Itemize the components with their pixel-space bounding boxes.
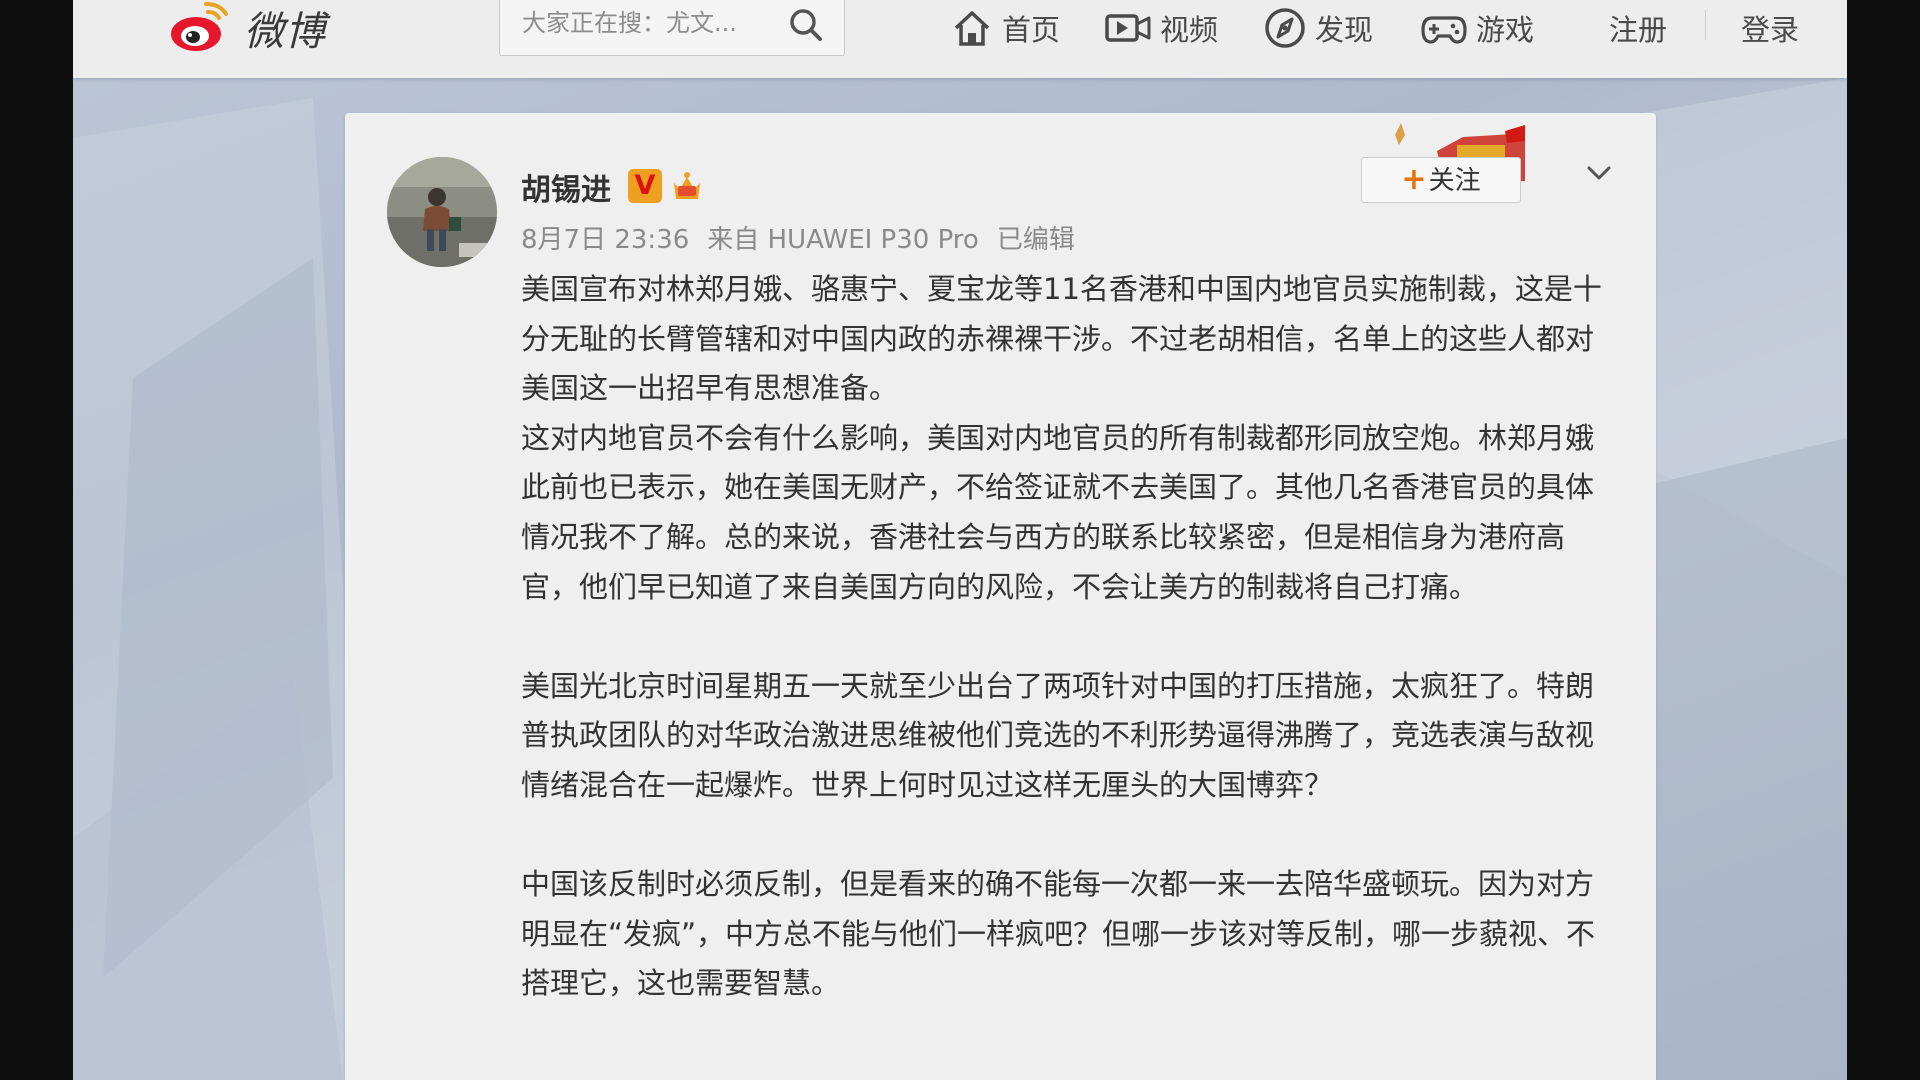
post-paragraph: 这对内地官员不会有什么影响，美国对内地官员的所有制裁都形同放空炮。林郑月娥此前也… — [521, 420, 1595, 604]
compass-icon — [1265, 8, 1305, 48]
search-input[interactable]: 大家正在搜：尤文... — [522, 3, 777, 43]
chevron-down-icon[interactable] — [1581, 155, 1617, 191]
post-content: 美国宣布对林郑月娥、骆惠宁、夏宝龙等11名香港和中国内地官员实施制裁，这是十分无… — [521, 265, 1621, 1009]
nav-video-label: 视频 — [1160, 13, 1219, 47]
gamepad-icon — [1421, 16, 1467, 44]
post-card: 胡锡进 V 8月7日 23:36 来自 HUAWEI P30 Pro 已编辑 +关注… — [345, 113, 1656, 1080]
plus-icon: + — [1401, 162, 1427, 197]
home-icon — [954, 11, 990, 46]
post-timestamp[interactable]: 8月7日 23:36 — [521, 225, 689, 255]
author-avatar[interactable] — [387, 157, 497, 267]
nav-home[interactable]: 首页 — [950, 0, 1060, 56]
avatar-photo — [387, 157, 497, 267]
nav-divider — [1705, 10, 1706, 40]
nav-video[interactable]: 视频 — [1104, 0, 1218, 56]
post-paragraph: 中国该反制时必须反制，但是看来的确不能每一次都一来一去陪华盛顿玩。因为对方明显在… — [521, 867, 1596, 1001]
author-name[interactable]: 胡锡进 — [521, 165, 611, 209]
follow-label: 关注 — [1428, 166, 1481, 196]
post-source: 来自 HUAWEI P30 Pro — [707, 225, 979, 255]
video-icon — [1105, 14, 1151, 42]
top-nav-bar: 微博 大家正在搜：尤文... 首页 视频 发现 游戏 注册 登录 — [73, 0, 1847, 78]
nav-games[interactable]: 游戏 — [1420, 0, 1534, 56]
weibo-logo[interactable]: 微博 — [168, 0, 348, 56]
post-meta: 8月7日 23:36 来自 HUAWEI P30 Pro 已编辑 — [521, 219, 1093, 256]
nav-discover[interactable]: 发现 — [1263, 0, 1373, 56]
nav-home-label: 首页 — [1002, 13, 1061, 47]
verified-badge: V — [628, 169, 662, 203]
crown-badge-icon — [674, 172, 700, 199]
nav-games-label: 游戏 — [1476, 13, 1535, 47]
login-link[interactable]: 登录 — [1741, 0, 1799, 56]
edited-label[interactable]: 已编辑 — [997, 225, 1075, 255]
follow-button[interactable]: +关注 — [1361, 157, 1521, 203]
browser-viewport: 微博 大家正在搜：尤文... 首页 视频 发现 游戏 注册 登录 胡锡进 V 8… — [73, 0, 1847, 1080]
search-icon[interactable] — [788, 7, 824, 43]
nav-discover-label: 发现 — [1315, 13, 1374, 47]
logo-text: 微博 — [244, 9, 326, 55]
register-link[interactable]: 注册 — [1609, 0, 1667, 56]
post-paragraph: 美国光北京时间星期五一天就至少出台了两项针对中国的打压措施，太疯狂了。特朗普执政… — [521, 668, 1595, 802]
weibo-eye-icon — [171, 2, 228, 51]
post-paragraph: 美国宣布对林郑月娥、骆惠宁、夏宝龙等11名香港和中国内地官员实施制裁，这是十分无… — [521, 272, 1602, 406]
search-box[interactable]: 大家正在搜：尤文... — [499, 0, 845, 56]
